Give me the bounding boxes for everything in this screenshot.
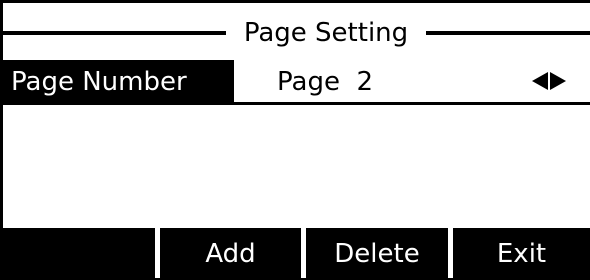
page-title: Page Setting — [243, 18, 409, 48]
title-divider-right — [426, 31, 590, 35]
softkey-bar: Add Delete Exit — [3, 228, 590, 278]
add-softkey[interactable]: Add — [160, 228, 301, 278]
softkey-empty[interactable] — [3, 228, 155, 278]
delete-softkey[interactable]: Delete — [306, 228, 448, 278]
page-number-setting-row[interactable]: Page Number Page 2 — [3, 60, 590, 105]
page-number-label: Page Number — [3, 60, 234, 102]
triangle-right-icon[interactable] — [550, 72, 566, 90]
exit-softkey[interactable]: Exit — [453, 228, 590, 278]
content-area — [3, 108, 590, 227]
triangle-left-icon[interactable] — [532, 72, 548, 90]
phone-lcd-screen: Page Setting Page Number Page 2 Add Dele… — [0, 0, 590, 278]
title-bar: Page Setting — [3, 3, 590, 59]
page-number-value[interactable]: Page 2 — [277, 60, 373, 102]
page-setting-panel: Page Setting Page Number Page 2 Add Dele… — [3, 3, 590, 278]
title-divider-left — [3, 31, 226, 35]
